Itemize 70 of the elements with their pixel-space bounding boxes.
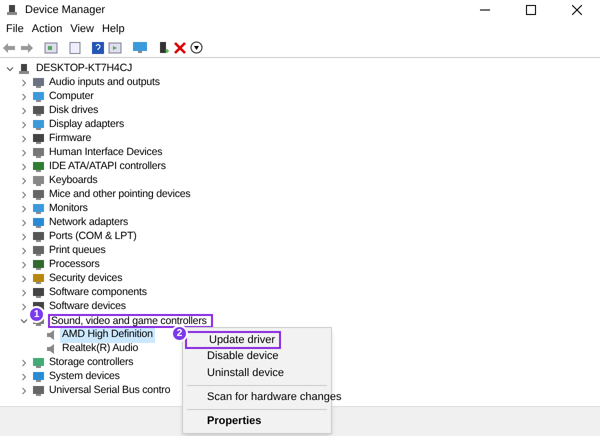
document-icon[interactable] [68, 42, 82, 54]
step-badge: 2 [171, 325, 188, 342]
tree-item[interactable]: Software components [48, 285, 148, 301]
tree-item[interactable]: Mice and other pointing devices [48, 187, 192, 203]
tree-item[interactable]: Security devices [48, 271, 124, 287]
menu-item[interactable]: Help [98, 20, 129, 38]
tree-item[interactable]: Computer [48, 89, 95, 105]
tree-item[interactable]: Audio inputs and outputs [48, 75, 161, 91]
tree-item[interactable]: Storage controllers [48, 355, 134, 371]
device-icon [32, 371, 45, 383]
device-icon [32, 161, 45, 173]
menu-item[interactable]: Scan for hardware changes [185, 388, 364, 407]
monitor-icon[interactable] [132, 41, 148, 54]
menu-item[interactable]: Properties [185, 412, 284, 431]
tree-item[interactable]: Network adapters [48, 215, 130, 231]
menu-item[interactable]: Uninstall device [185, 364, 306, 383]
menu-item[interactable]: Action [28, 20, 66, 38]
window-title: Device Manager [25, 2, 106, 18]
delete-icon[interactable] [174, 42, 186, 54]
device-icon [32, 231, 45, 243]
device-icon [32, 385, 45, 397]
tree-item[interactable]: IDE ATA/ATAPI controllers [48, 159, 167, 175]
device-icon [32, 77, 45, 89]
device-icon [32, 259, 45, 271]
tree-item[interactable]: DESKTOP-KT7H4CJ [36, 61, 132, 77]
step-badge: 1 [28, 306, 45, 323]
tree-item[interactable]: Monitors [48, 201, 89, 217]
help-icon[interactable] [92, 42, 104, 54]
device-icon [32, 217, 45, 229]
download-icon[interactable] [190, 41, 203, 54]
device-icon [32, 203, 45, 215]
menu-item[interactable]: View [66, 20, 98, 38]
app-icon [6, 4, 18, 16]
tree-item[interactable]: Print queues [48, 243, 107, 259]
device-icon [32, 105, 45, 117]
tree-item[interactable]: Display adapters [48, 117, 126, 133]
tree-item[interactable]: System devices [48, 369, 121, 385]
tree-item[interactable]: Processors [48, 257, 101, 273]
tree-item[interactable]: AMD High Definition [60, 327, 155, 343]
device-icon [32, 287, 45, 299]
device-icon [32, 357, 45, 369]
device-icon [32, 189, 45, 201]
speaker-icon [46, 329, 56, 341]
device-icon [32, 147, 45, 159]
device-icon [32, 119, 45, 131]
tree-item[interactable]: Firmware [48, 131, 92, 147]
tree-item[interactable]: Disk drives [48, 103, 100, 119]
device-icon [32, 245, 45, 257]
tree-item[interactable]: Software devices [48, 299, 127, 315]
chevron-down-icon[interactable] [6, 65, 14, 73]
device-icon [32, 91, 45, 103]
tree-item[interactable]: Universal Serial Bus contro [48, 383, 172, 399]
device-icon [32, 273, 45, 285]
chevron-down-icon[interactable] [20, 317, 28, 325]
tree-item[interactable]: Human Interface Devices [48, 145, 164, 161]
device-icon [32, 133, 45, 145]
menu-item[interactable]: File [2, 20, 28, 38]
device-icon [32, 175, 45, 187]
window-icon[interactable] [44, 42, 58, 54]
tree-item[interactable]: Keyboards [48, 173, 98, 189]
device-add-icon[interactable] [158, 41, 170, 54]
computer-icon [18, 63, 30, 75]
speaker-icon [46, 343, 56, 355]
tree-item[interactable]: Ports (COM & LPT) [48, 229, 138, 245]
menu-item[interactable]: Disable device [185, 347, 301, 366]
tree-item[interactable]: Sound, video and game controllers [48, 314, 213, 328]
back-arrow-icon[interactable] [2, 42, 16, 54]
window-icon[interactable] [108, 42, 122, 54]
forward-arrow-icon[interactable] [20, 42, 34, 54]
tree-item[interactable]: Realtek(R) Audio [60, 341, 140, 357]
